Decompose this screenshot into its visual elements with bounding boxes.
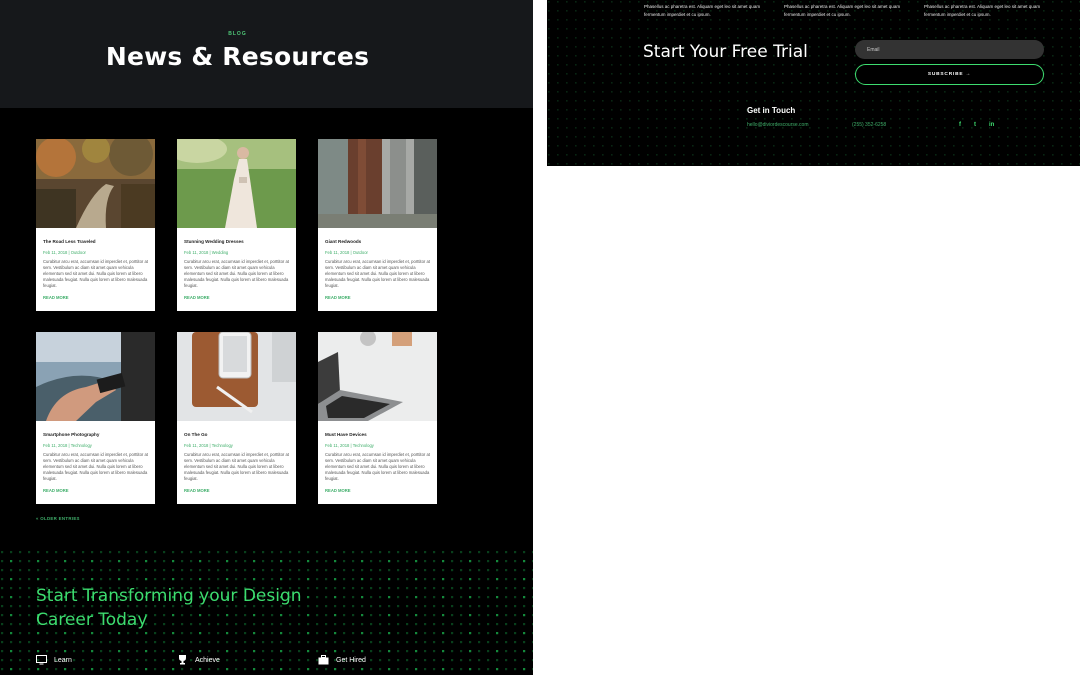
feature-label: Achieve <box>195 656 220 664</box>
linkedin-icon[interactable]: in <box>989 122 994 128</box>
post-excerpt: Curabitur arcu erat, accumsan id imperdi… <box>184 452 289 482</box>
feature-get-hired[interactable]: Get Hired <box>318 655 366 665</box>
twitter-icon[interactable]: t <box>974 122 976 128</box>
page-title: News & Resources <box>105 42 370 71</box>
post-excerpt: Curabitur arcu erat, accumsan id imperdi… <box>184 259 289 289</box>
blog-eyebrow: BLOG <box>228 31 247 37</box>
post-meta[interactable]: Feb 11, 2018 | Outdoor <box>325 250 368 255</box>
post-title[interactable]: On The Go <box>184 432 207 437</box>
feature-achieve[interactable]: Achieve <box>177 655 220 665</box>
cta-heading-line2: Career Today <box>36 610 148 630</box>
feature-label: Get Hired <box>336 656 366 664</box>
briefcase-icon <box>318 655 329 665</box>
blog-card[interactable]: Stunning Wedding Dresses Feb 11, 2018 | … <box>177 139 296 311</box>
post-meta[interactable]: Feb 11, 2018 | Outdoor <box>43 250 86 255</box>
footer-text-column: Phasellus ac pharetra est. Aliquam eget … <box>924 4 1041 17</box>
footer-text-column: Phasellus ac pharetra est. Aliquam eget … <box>644 4 761 17</box>
post-title[interactable]: Giant Redwoods <box>325 239 361 244</box>
post-title[interactable]: Smartphone Photography <box>43 432 99 437</box>
post-image-devices[interactable] <box>318 332 437 421</box>
post-excerpt: Curabitur arcu erat, accumsan id imperdi… <box>325 452 430 482</box>
post-excerpt: Curabitur arcu erat, accumsan id imperdi… <box>43 259 148 289</box>
blog-card[interactable]: On The Go Feb 11, 2018 | Technology Cura… <box>177 332 296 504</box>
post-meta[interactable]: Feb 11, 2018 | Technology <box>325 443 374 448</box>
read-more-link[interactable]: READ MORE <box>184 295 210 300</box>
subscribe-button[interactable]: SUBSCRIBE → <box>855 64 1044 85</box>
blog-card[interactable]: The Road Less Traveled Feb 11, 2018 | Ou… <box>36 139 155 311</box>
feature-label: Learn <box>54 656 72 664</box>
get-in-touch-heading: Get in Touch <box>747 106 796 115</box>
cta-heading-line1: Start Transforming your Design <box>36 586 302 606</box>
post-image-smartphone[interactable] <box>36 332 155 421</box>
email-input[interactable] <box>855 40 1044 59</box>
footer-text-column: Phasellus ac pharetra est. Aliquam eget … <box>784 4 901 17</box>
post-meta[interactable]: Feb 11, 2018 | Technology <box>43 443 92 448</box>
blog-card[interactable]: Must Have Devices Feb 11, 2018 | Technol… <box>318 332 437 504</box>
post-meta[interactable]: Feb 11, 2018 | Wedding <box>184 250 228 255</box>
blog-card[interactable]: Giant Redwoods Feb 11, 2018 | Outdoor Cu… <box>318 139 437 311</box>
free-trial-heading: Start Your Free Trial <box>643 42 808 62</box>
read-more-link[interactable]: READ MORE <box>43 295 69 300</box>
post-title[interactable]: Must Have Devices <box>325 432 367 437</box>
post-image-road[interactable] <box>36 139 155 228</box>
read-more-link[interactable]: READ MORE <box>184 488 210 493</box>
blog-hero: BLOG News & Resources <box>0 0 533 108</box>
post-title[interactable]: Stunning Wedding Dresses <box>184 239 244 244</box>
older-entries-link[interactable]: « OLDER ENTRIES <box>36 516 80 521</box>
read-more-link[interactable]: READ MORE <box>325 488 351 493</box>
footer-page-screenshot: Phasellus ac pharetra est. Aliquam eget … <box>547 0 1080 166</box>
feature-learn[interactable]: Learn <box>36 655 72 665</box>
monitor-icon <box>36 655 47 665</box>
post-image-wedding[interactable] <box>177 139 296 228</box>
contact-phone[interactable]: (255) 352-6258 <box>852 122 886 128</box>
read-more-link[interactable]: READ MORE <box>43 488 69 493</box>
post-excerpt: Curabitur arcu erat, accumsan id imperdi… <box>43 452 148 482</box>
blog-card[interactable]: Smartphone Photography Feb 11, 2018 | Te… <box>36 332 155 504</box>
post-image-redwoods[interactable] <box>318 139 437 228</box>
post-title[interactable]: The Road Less Traveled <box>43 239 96 244</box>
trophy-icon <box>177 655 188 665</box>
post-excerpt: Curabitur arcu erat, accumsan id imperdi… <box>325 259 430 289</box>
post-image-on-the-go[interactable] <box>177 332 296 421</box>
post-meta[interactable]: Feb 11, 2018 | Technology <box>184 443 233 448</box>
facebook-icon[interactable]: f <box>959 122 961 128</box>
blog-page-screenshot: BLOG News & Resources The Road Less Trav… <box>0 0 533 675</box>
contact-email-link[interactable]: hello@diviordescourse.com <box>747 122 809 128</box>
read-more-link[interactable]: READ MORE <box>325 295 351 300</box>
